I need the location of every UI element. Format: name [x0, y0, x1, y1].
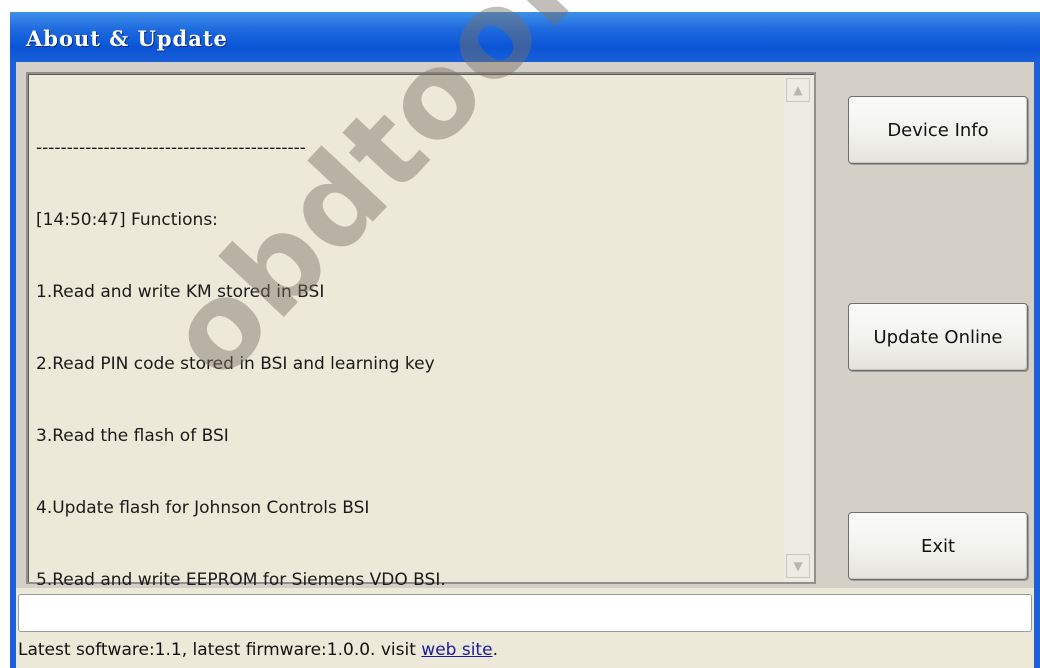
log-line: ----------------------------------------… [36, 138, 306, 158]
window-title: About & Update [26, 26, 228, 51]
scroll-up-arrow-icon[interactable]: ▲ [786, 78, 810, 102]
log-line: 4.Update flash for Johnson Controls BSI [36, 498, 370, 518]
status-line: Latest software:1.1, latest firmware:1.0… [18, 640, 498, 660]
log-scrollbar[interactable]: ▲ ▼ [784, 76, 812, 580]
log-textarea[interactable]: ----------------------------------------… [26, 72, 816, 590]
log-line: [14:50:47] Functions: [36, 210, 218, 230]
web-site-link[interactable]: web site [421, 640, 492, 660]
client-area: ----------------------------------------… [16, 62, 1034, 668]
log-line: 1.Read and write KM stored in BSI [36, 282, 325, 302]
exit-button[interactable]: Exit [848, 512, 1028, 580]
window-border-right [1034, 62, 1040, 668]
log-content: ----------------------------------------… [36, 88, 776, 640]
update-online-button[interactable]: Update Online [848, 303, 1028, 371]
log-line: 2.Read PIN code stored in BSI and learni… [36, 354, 435, 374]
bottom-panel: Latest software:1.1, latest firmware:1.0… [16, 588, 1034, 668]
log-line: 3.Read the flash of BSI [36, 426, 229, 446]
progress-field [18, 594, 1032, 632]
status-suffix: . [492, 640, 498, 660]
scroll-down-arrow-icon[interactable]: ▼ [786, 554, 810, 578]
title-bar[interactable]: About & Update [10, 12, 1040, 62]
device-info-button[interactable]: Device Info [848, 96, 1028, 164]
about-update-window: About & Update -------------------------… [10, 12, 1040, 668]
status-text: Latest software:1.1, latest firmware:1.0… [18, 640, 422, 660]
